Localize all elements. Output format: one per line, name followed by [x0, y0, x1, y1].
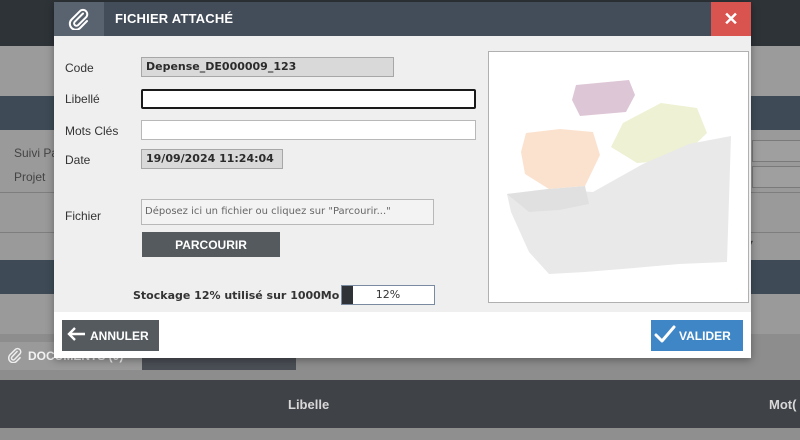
bg-field [752, 140, 800, 162]
modal-header: FICHIER ATTACHÉ ✕ [54, 2, 751, 36]
bg-table-header [0, 380, 800, 428]
paperclip-icon [7, 347, 22, 366]
modal-footer: ANNULER VALIDER [54, 312, 751, 358]
cancel-button[interactable]: ANNULER [62, 320, 159, 351]
libelle-label: Libellé [65, 92, 100, 106]
close-icon: ✕ [723, 8, 739, 29]
cancel-button-label: ANNULER [90, 328, 149, 343]
attach-file-modal: FICHIER ATTACHÉ ✕ Code Depense_DE000009_… [54, 2, 751, 358]
libelle-input[interactable] [141, 89, 476, 109]
validate-button-label: VALIDER [679, 328, 731, 343]
fichier-label: Fichier [65, 209, 102, 223]
bg-field [752, 166, 800, 188]
bg-label-projet: Projet [14, 170, 46, 184]
date-label: Date [65, 153, 91, 167]
storage-label: Stockage 12% utilisé sur 1000Mo [133, 289, 340, 302]
browse-button[interactable]: PARCOURIR [142, 232, 280, 257]
paperclip-icon [54, 2, 104, 36]
close-button[interactable]: ✕ [711, 2, 751, 36]
mots-cles-label: Mots Clés [65, 124, 119, 138]
bg-table-body [0, 428, 800, 440]
code-label: Code [65, 61, 94, 75]
mots-cles-input[interactable] [141, 120, 476, 140]
storage-progress-bar: 12% [341, 285, 435, 305]
code-field: Depense_DE000009_123 [141, 57, 394, 77]
file-preview [488, 51, 749, 303]
col-header-libelle[interactable]: Libelle [288, 380, 329, 428]
arrow-left-icon [67, 327, 87, 344]
file-dropzone[interactable]: Déposez ici un fichier ou cliquez sur "P… [141, 199, 434, 225]
checkmark-icon [654, 324, 676, 347]
date-field: 19/09/2024 11:24:04 [141, 149, 283, 169]
modal-title: FICHIER ATTACHÉ [115, 11, 234, 26]
storage-percent-text: 12% [375, 288, 401, 301]
col-header-mot[interactable]: Mot( [769, 380, 796, 428]
bg-label-suivi: Suivi Pa [14, 146, 59, 160]
placeholder-image-icon [507, 80, 731, 274]
validate-button[interactable]: VALIDER [651, 320, 743, 351]
